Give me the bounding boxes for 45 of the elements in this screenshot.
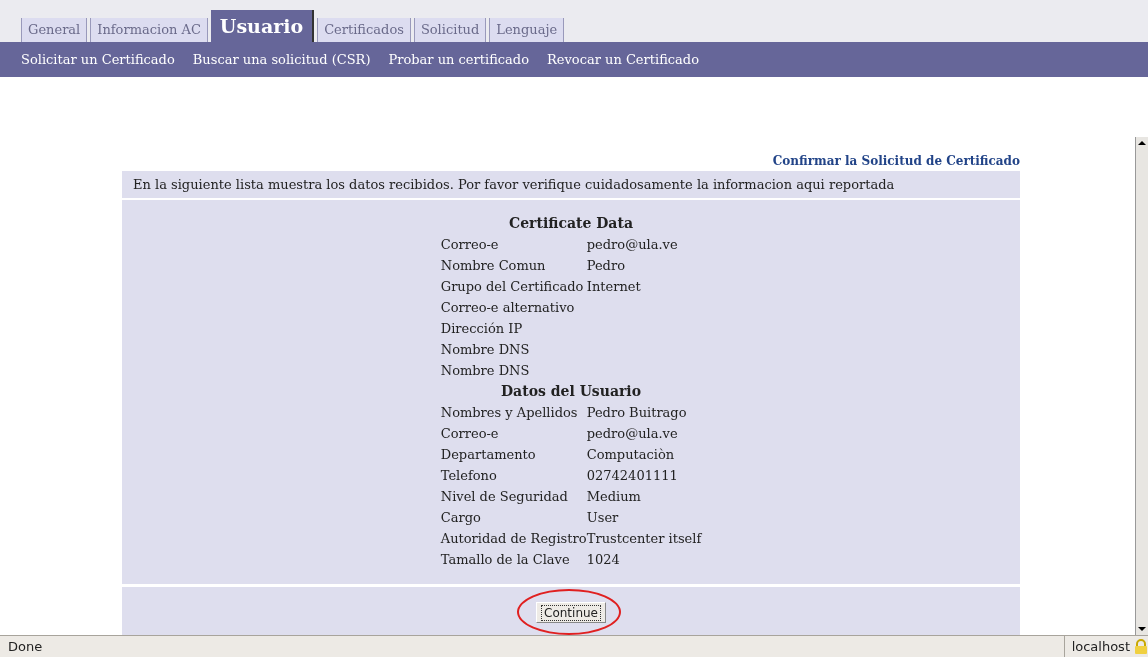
field-value: 1024 (586, 551, 620, 570)
section-heading: Certificate Data (508, 214, 634, 234)
field-label: Dirección IP (440, 320, 524, 339)
field-label: Nombre DNS (440, 341, 531, 360)
field-label: Grupo del Certificado (440, 278, 585, 297)
field-value: Pedro (586, 257, 625, 276)
nav-link[interactable]: Probar un certificado (388, 49, 529, 70)
tab[interactable]: Solicitud (413, 18, 487, 42)
field-value: pedro@ula.ve (586, 236, 678, 255)
field-value: pedro@ula.ve (586, 425, 678, 444)
field-value: User (586, 509, 619, 528)
field-label: Autoridad de Registro (440, 530, 587, 549)
field-value: Internet (586, 278, 641, 297)
field-value: Pedro Buitrago (586, 404, 687, 423)
field-label: Nombre Comun (440, 257, 547, 276)
intro-text: En la siguiente lista muestra los datos recibidos. Por favor verifique cuidadosamente la informacion aqui reportada (133, 176, 895, 194)
scrollbar[interactable] (1135, 137, 1148, 635)
field-label: Correo-e (440, 236, 500, 255)
nav-link[interactable]: Buscar una solicitud (CSR) (192, 49, 371, 70)
field-label: Nivel de Seguridad (440, 488, 569, 507)
tab[interactable]: Usuario (210, 10, 315, 42)
field-label: Correo-e alternativo (440, 299, 576, 318)
field-value: Trustcenter itself (586, 530, 702, 549)
field-label: Cargo (440, 509, 482, 528)
field-label: Departamento (440, 446, 537, 465)
field-label: Nombre DNS (440, 362, 531, 381)
host-text: localhost (1071, 637, 1130, 656)
tab[interactable]: Lenguaje (489, 18, 565, 42)
field-label: Tamallo de la Clave (440, 551, 571, 570)
lock-icon (1134, 638, 1148, 655)
field-label: Correo-e (440, 425, 500, 444)
tab[interactable]: General (21, 18, 88, 42)
tab[interactable]: Informacion AC (90, 18, 208, 42)
continue-button[interactable]: Continue (536, 602, 606, 624)
section-heading: Datos del Usuario (499, 382, 642, 402)
field-label: Telefono (440, 467, 498, 486)
status-text: Done (7, 637, 43, 656)
field-label: Nombres y Apellidos (440, 404, 579, 423)
field-value: 02742401111 (586, 467, 678, 486)
field-value: Computaciòn (586, 446, 675, 465)
nav-link[interactable]: Solicitar un Certificado (21, 49, 175, 70)
field-value: Medium (586, 488, 641, 507)
page-title: Confirmar la Solicitud de Certificado (772, 153, 1020, 170)
tab[interactable]: Certificados (317, 18, 411, 42)
nav-link[interactable]: Revocar un Certificado (547, 49, 699, 70)
